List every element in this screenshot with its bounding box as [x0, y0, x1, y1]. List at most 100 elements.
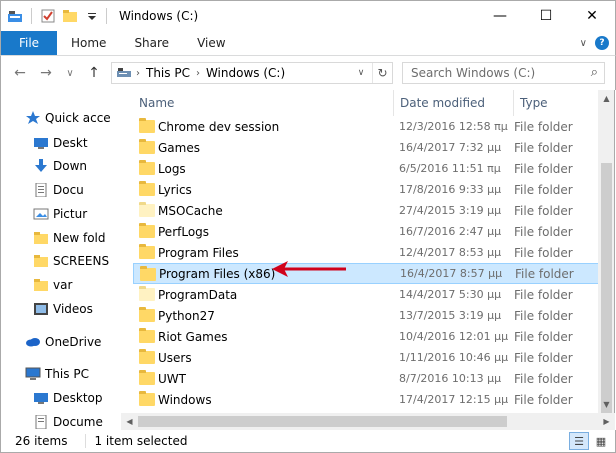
table-row[interactable]: MSOCache 27/4/2015 3:19 μμ File folder: [133, 200, 603, 221]
large-icons-view-icon[interactable]: ▦: [591, 432, 611, 450]
minimize-button[interactable]: —: [477, 1, 523, 31]
vertical-scrollbar[interactable]: ▲ ▼: [598, 90, 615, 413]
column-header-date[interactable]: Date modified: [393, 90, 513, 116]
folder-icon: [139, 181, 155, 196]
table-row[interactable]: ProgramData 14/4/2017 5:30 μμ File folder: [133, 284, 603, 305]
table-row[interactable]: Python27 13/7/2015 3:19 μμ File folder: [133, 305, 603, 326]
horizontal-scroll-thumb[interactable]: [138, 416, 507, 427]
file-name[interactable]: Chrome dev session: [158, 120, 279, 134]
scroll-left-icon[interactable]: ◀: [121, 413, 138, 430]
forward-button[interactable]: →: [35, 62, 57, 84]
table-row[interactable]: Users 1/11/2016 10:46 μμ File folder: [133, 347, 603, 368]
file-name[interactable]: Logs: [158, 162, 186, 176]
sidebar-item-label: var: [53, 277, 73, 292]
up-button[interactable]: ↑: [83, 62, 105, 84]
file-name[interactable]: Riot Games: [158, 330, 228, 344]
file-date-modified: 14/4/2017 5:30 μμ: [399, 288, 502, 301]
file-date-modified: 12/3/2016 12:58 πμ: [399, 120, 508, 133]
file-name[interactable]: Python27: [158, 309, 215, 323]
recent-locations-button[interactable]: ∨: [59, 62, 81, 84]
search-placeholder: Search Windows (C:): [411, 66, 536, 80]
sidebar-item-pictures[interactable]: Pictur ⫫: [33, 203, 121, 224]
file-name[interactable]: ProgramData: [158, 288, 237, 302]
file-date-modified: 8/7/2016 10:13 μμ: [399, 372, 502, 385]
sidebar-item-quick-access[interactable]: Quick acce: [25, 107, 121, 128]
sidebar-item-desktop-pinned[interactable]: Deskt ⫫: [33, 132, 121, 153]
search-input[interactable]: Search Windows (C:) ⌕: [402, 62, 605, 84]
sidebar-item-this-pc[interactable]: This PC: [25, 363, 121, 384]
picture-icon: [33, 207, 49, 221]
table-row[interactable]: Windows 17/4/2017 12:15 μμ File folder: [133, 389, 603, 410]
table-row[interactable]: UWT 8/7/2016 10:13 μμ File folder: [133, 368, 603, 389]
table-row[interactable]: Riot Games 10/4/2016 12:01 μμ File folder: [133, 326, 603, 347]
file-name[interactable]: PerfLogs: [158, 225, 209, 239]
sidebar-item-documents-pc[interactable]: Docume: [33, 411, 121, 430]
properties-icon[interactable]: [40, 8, 56, 24]
file-name[interactable]: MSOCache: [158, 204, 223, 218]
sidebar-item-onedrive[interactable]: OneDrive: [25, 331, 121, 352]
breadcrumb-this-pc[interactable]: This PC: [140, 66, 196, 80]
new-folder-icon[interactable]: [62, 8, 78, 24]
file-type: File folder: [514, 392, 573, 407]
tab-view[interactable]: View: [183, 31, 239, 55]
table-row[interactable]: Chrome dev session 12/3/2016 12:58 πμ File…: [133, 116, 603, 137]
address-dropdown-icon[interactable]: ∨: [352, 63, 370, 83]
sidebar-item-desktop[interactable]: Desktop: [33, 387, 121, 408]
file-type: File folder: [514, 308, 573, 323]
breadcrumb-windows-c[interactable]: Windows (C:): [200, 66, 291, 80]
search-icon[interactable]: ⌕: [591, 65, 598, 80]
maximize-button[interactable]: ☐: [523, 1, 569, 31]
column-header-name[interactable]: Name: [133, 90, 393, 116]
vertical-scroll-thumb[interactable]: [601, 163, 612, 413]
folder-icon: [139, 328, 155, 343]
explorer-app-icon[interactable]: [7, 8, 23, 24]
window-title: Windows (C:): [119, 9, 199, 23]
column-header-type[interactable]: Type: [513, 90, 603, 116]
file-name[interactable]: Games: [158, 141, 200, 155]
close-button[interactable]: ✕: [569, 1, 615, 31]
refresh-icon[interactable]: ↻: [372, 63, 392, 83]
sidebar-item-label: OneDrive: [45, 334, 102, 349]
file-name[interactable]: UWT: [158, 372, 186, 386]
tab-file[interactable]: File: [1, 31, 57, 55]
navigation-pane: Quick acce Deskt ⫫ Down ⫫ Docu ⫫ Pictur …: [0, 90, 121, 430]
table-row[interactable]: Games 16/4/2017 7:32 μμ File folder: [133, 137, 603, 158]
horizontal-scrollbar[interactable]: ◀ ▶: [121, 413, 615, 430]
sidebar-item-label: Docu: [53, 182, 84, 197]
scroll-down-icon[interactable]: ▼: [598, 396, 615, 413]
customize-toolbar-icon[interactable]: [84, 8, 100, 24]
sidebar-item-var[interactable]: var: [33, 274, 121, 295]
table-row[interactable]: Program Files 12/4/2017 8:53 μμ File folde…: [133, 242, 603, 263]
sidebar-item-new-folder[interactable]: New fold: [33, 227, 121, 248]
star-icon: [25, 110, 41, 125]
scroll-right-icon[interactable]: ▶: [598, 413, 615, 430]
table-row[interactable]: PerfLogs 16/7/2016 2:47 μμ File folder: [133, 221, 603, 242]
sidebar-item-downloads[interactable]: Down ⫫: [33, 155, 121, 176]
file-name[interactable]: Users: [158, 351, 192, 365]
table-row[interactable]: Program Files (x86) 16/4/2017 8:57 μμ File…: [133, 263, 603, 284]
file-name[interactable]: Program Files: [158, 246, 239, 260]
help-icon[interactable]: ?: [595, 36, 609, 50]
document-icon: [33, 414, 49, 429]
sidebar-item-label: Down: [53, 158, 88, 173]
table-row[interactable]: Logs 6/5/2016 11:51 πμ File folder: [133, 158, 603, 179]
file-name[interactable]: Windows: [158, 393, 212, 407]
ribbon-right-controls: ∨ ?: [580, 31, 615, 55]
window-controls: — ☐ ✕: [477, 1, 615, 31]
sidebar-item-screens[interactable]: SCREENS: [33, 250, 121, 271]
sidebar-item-documents[interactable]: Docu ⫫: [33, 179, 121, 200]
folder-icon: [139, 160, 155, 175]
tab-share[interactable]: Share: [120, 31, 183, 55]
table-row[interactable]: Lyrics 17/8/2016 9:33 μμ File folder: [133, 179, 603, 200]
tab-home[interactable]: Home: [57, 31, 120, 55]
back-button[interactable]: ←: [9, 62, 31, 84]
file-name[interactable]: Program Files (x86): [159, 267, 275, 281]
file-name[interactable]: Lyrics: [158, 183, 192, 197]
expand-ribbon-icon[interactable]: ∨: [580, 38, 587, 49]
details-view-icon[interactable]: ☰: [569, 432, 589, 450]
address-bar[interactable]: › This PC › Windows (C:) ∨ ↻: [111, 62, 393, 84]
scroll-up-icon[interactable]: ▲: [598, 90, 615, 107]
video-icon: [33, 302, 49, 316]
sidebar-item-videos[interactable]: Videos: [33, 298, 121, 319]
computer-icon: [25, 367, 41, 381]
